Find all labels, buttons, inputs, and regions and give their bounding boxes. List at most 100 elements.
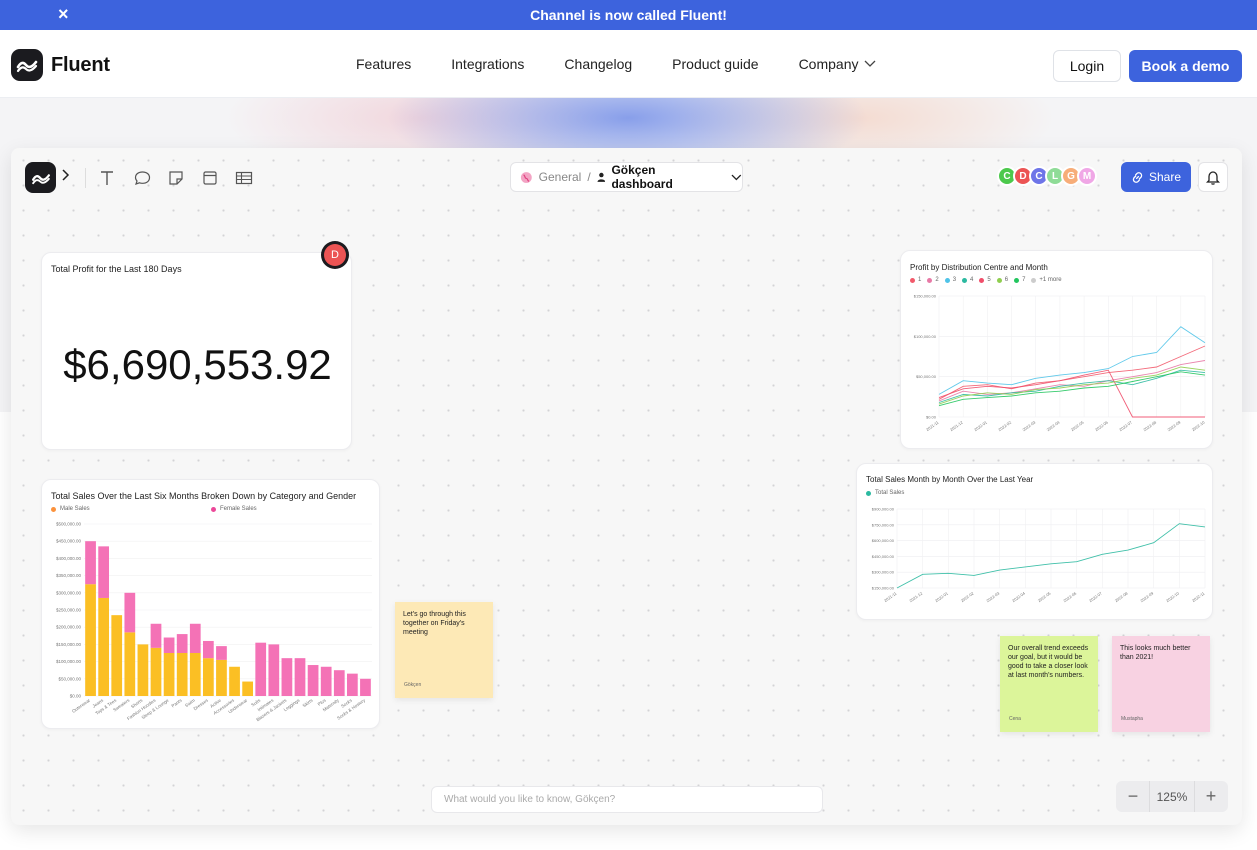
share-button[interactable]: Share bbox=[1121, 162, 1191, 192]
sticky-note[interactable]: This looks much better than 2021! Mustap… bbox=[1112, 636, 1210, 732]
zoom-level[interactable]: 125% bbox=[1157, 790, 1188, 804]
y-tick-label: $450,000.00 bbox=[872, 554, 895, 559]
sticky-note-tool-icon[interactable] bbox=[166, 168, 186, 188]
breadcrumb-separator: / bbox=[587, 170, 591, 184]
close-icon[interactable]: × bbox=[58, 5, 69, 23]
y-tick-label: $250,000.00 bbox=[56, 608, 82, 613]
chevron-right-icon[interactable] bbox=[62, 169, 70, 184]
nav-product-guide[interactable]: Product guide bbox=[672, 56, 758, 72]
ask-placeholder: What would you like to know, Gökçen? bbox=[444, 794, 616, 805]
nav-features[interactable]: Features bbox=[356, 56, 411, 72]
comment-tool-icon[interactable] bbox=[132, 168, 152, 188]
x-tick-label: Outerwear bbox=[71, 697, 91, 713]
bar-segment bbox=[255, 642, 267, 696]
breadcrumb-space[interactable]: General bbox=[539, 170, 582, 184]
zoom-divider bbox=[1194, 781, 1196, 812]
x-tick-label: 2022-09 bbox=[1166, 419, 1182, 432]
dashboard-canvas[interactable]: General / Gökçen dashboard C D C L G M S… bbox=[11, 148, 1242, 825]
notifications-button[interactable] bbox=[1198, 162, 1228, 192]
bar-segment bbox=[294, 658, 306, 696]
bar-segment bbox=[216, 646, 227, 660]
x-tick-label: Pants bbox=[170, 697, 183, 708]
y-tick-label: $100,000.00 bbox=[914, 334, 937, 339]
bar-segment bbox=[307, 665, 319, 696]
nav-changelog[interactable]: Changelog bbox=[564, 56, 632, 72]
bar-segment bbox=[202, 640, 214, 659]
brand-logo[interactable]: Fluent bbox=[11, 49, 110, 81]
y-tick-label: $300,000.00 bbox=[56, 590, 82, 595]
x-tick-label: 2022-05 bbox=[1070, 419, 1086, 432]
kpi-card[interactable]: Total Profit for the Last 180 Days $6,69… bbox=[41, 252, 352, 450]
sticky-note[interactable]: Our overall trend exceeds our goal, but … bbox=[1000, 636, 1098, 732]
series-line bbox=[938, 360, 1206, 402]
zoom-out-button[interactable]: − bbox=[1124, 786, 1142, 807]
toolbar-divider bbox=[85, 168, 86, 188]
avatar-initial: G bbox=[1067, 170, 1075, 182]
x-tick-label: 2022-08 bbox=[1114, 590, 1130, 603]
link-icon bbox=[1132, 171, 1143, 183]
comment-marker[interactable]: D bbox=[321, 241, 349, 269]
zoom-control: − 125% + bbox=[1116, 781, 1228, 812]
avatar[interactable]: M bbox=[1077, 166, 1097, 186]
x-tick-label: 2022-07 bbox=[1118, 419, 1134, 432]
nav-links: Features Integrations Changelog Product … bbox=[356, 56, 876, 72]
ask-input[interactable]: What would you like to know, Gökçen? bbox=[431, 786, 823, 813]
sticky-author: Cena bbox=[1009, 716, 1021, 722]
top-navbar: Fluent Features Integrations Changelog P… bbox=[0, 30, 1257, 98]
table-tool-icon[interactable] bbox=[234, 168, 254, 188]
sales-by-category-card[interactable]: Total Sales Over the Last Six Months Bro… bbox=[41, 479, 380, 729]
x-tick-label: 2022-06 bbox=[1094, 419, 1110, 432]
y-tick-label: $150,000.00 bbox=[872, 586, 895, 591]
sticky-text: This looks much better than 2021! bbox=[1120, 645, 1191, 661]
person-icon bbox=[597, 172, 605, 182]
bar-segment bbox=[150, 623, 162, 648]
avatar-initial: M bbox=[1082, 170, 1092, 182]
zoom-in-button[interactable]: + bbox=[1202, 786, 1220, 807]
bar-chart: $0.00 $50,000.00 $100,000.00 $150,000.00 $20… bbox=[56, 522, 372, 722]
app-logo-icon[interactable] bbox=[25, 162, 56, 193]
bar-segment bbox=[281, 658, 293, 696]
nav-integrations[interactable]: Integrations bbox=[451, 56, 524, 72]
x-tick-label: 2022-03 bbox=[985, 590, 1001, 603]
bar-segment bbox=[163, 653, 175, 696]
bar-segment bbox=[176, 634, 188, 653]
bell-icon bbox=[1206, 170, 1220, 185]
book-demo-button[interactable]: Book a demo bbox=[1129, 50, 1242, 82]
y-tick-label: $0.00 bbox=[926, 415, 937, 420]
chevron-down-icon bbox=[865, 60, 876, 67]
bar-segment bbox=[189, 623, 201, 653]
announcement-banner: × Channel is now called Fluent! bbox=[0, 0, 1257, 30]
breadcrumb[interactable]: General / Gökçen dashboard bbox=[510, 162, 743, 192]
chevron-down-icon[interactable] bbox=[731, 174, 742, 181]
brand-name: Fluent bbox=[51, 53, 110, 76]
y-tick-label: $350,000.00 bbox=[56, 573, 82, 578]
sticky-author: Gökçen bbox=[404, 682, 422, 688]
comment-avatar: D bbox=[324, 244, 346, 266]
sticky-note[interactable]: Let's go through this together on Friday… bbox=[395, 602, 493, 698]
text-tool-icon[interactable] bbox=[97, 168, 117, 188]
frame-tool-icon[interactable] bbox=[200, 168, 220, 188]
fluent-logo-icon bbox=[11, 49, 43, 81]
breadcrumb-page[interactable]: Gökçen dashboard bbox=[611, 163, 717, 191]
login-button[interactable]: Login bbox=[1053, 50, 1121, 82]
sticky-author: Mustapha bbox=[1121, 716, 1143, 722]
banner-text[interactable]: Channel is now called Fluent! bbox=[530, 7, 727, 23]
bar-segment bbox=[346, 673, 358, 696]
y-tick-label: $900,000.00 bbox=[872, 507, 895, 512]
monthly-sales-card[interactable]: Total Sales Month by Month Over the Last… bbox=[856, 463, 1213, 620]
bar-segment bbox=[124, 632, 136, 696]
y-tick-label: $100,000.00 bbox=[56, 659, 82, 664]
bar-segment bbox=[111, 615, 123, 696]
y-tick-label: $500,000.00 bbox=[56, 522, 82, 527]
x-tick-label: 2022-10 bbox=[1191, 419, 1207, 432]
nav-company[interactable]: Company bbox=[799, 56, 877, 72]
y-tick-label: $50,000.00 bbox=[916, 374, 937, 379]
bar-segment bbox=[360, 678, 371, 696]
avatar-initial: C bbox=[1035, 170, 1043, 182]
profit-by-centre-card[interactable]: Profit by Distribution Centre and Month … bbox=[900, 250, 1213, 449]
y-tick-label: $600,000.00 bbox=[872, 538, 895, 543]
bar-segment bbox=[268, 644, 280, 696]
x-tick-label: 2021-11 bbox=[925, 419, 940, 432]
x-tick-label: 2022-04 bbox=[1011, 590, 1027, 603]
sticky-text: Let's go through this together on Friday… bbox=[403, 611, 466, 636]
